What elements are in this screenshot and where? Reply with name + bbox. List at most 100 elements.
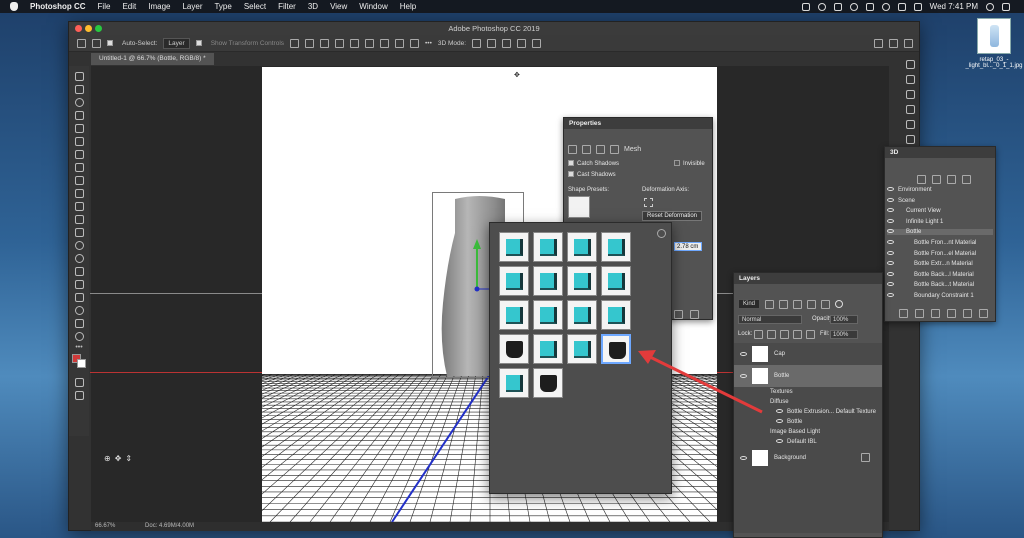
document-tab[interactable]: Untitled-1 @ 66.7% (Bottle, RGB/8) * (91, 53, 214, 65)
visibility-icon[interactable] (887, 282, 894, 287)
3d-item-environment[interactable]: Environment (887, 187, 993, 193)
meshes-filter-icon[interactable] (932, 175, 941, 184)
marquee-tool-icon[interactable] (74, 85, 84, 94)
blend-mode-dropdown[interactable]: Normal (738, 315, 802, 324)
type-tool-icon[interactable] (74, 280, 84, 289)
filter-kind-dropdown[interactable]: Kind (738, 299, 761, 309)
align-left-icon[interactable] (290, 38, 300, 48)
auto-select-dropdown[interactable]: Layer (163, 37, 190, 49)
notification-center-icon[interactable] (1002, 2, 1010, 11)
wifi-icon[interactable] (881, 2, 890, 11)
3d-item-boundary-constraint-1[interactable]: Boundary Constraint 1 (887, 293, 993, 299)
bluetooth-icon[interactable] (865, 2, 874, 11)
preset-cube-7[interactable] (567, 266, 597, 296)
distribute-horizontal-icon[interactable] (395, 38, 405, 48)
preset-cylinder-cube[interactable] (533, 300, 563, 330)
3d-light-icon[interactable] (915, 309, 924, 318)
move-tool-icon[interactable] (92, 38, 101, 48)
ibl-visibility-icon[interactable] (776, 439, 783, 443)
menu-type[interactable]: Type (214, 2, 231, 11)
panel-channels-icon[interactable] (905, 135, 915, 144)
preset-cube-3[interactable] (567, 232, 597, 262)
frame-tool-icon[interactable] (74, 137, 84, 146)
visibility-icon[interactable] (887, 261, 894, 266)
preset-bent-cube[interactable] (499, 300, 529, 330)
preset-cube-6[interactable] (533, 266, 563, 296)
lock-transparent-icon[interactable] (754, 330, 763, 339)
menu-3d[interactable]: 3D (308, 2, 318, 11)
gradient-tool-icon[interactable] (74, 228, 84, 237)
auto-select-checkbox[interactable] (107, 40, 113, 46)
preset-cube-5[interactable] (499, 266, 529, 296)
volume-icon[interactable] (897, 2, 906, 11)
desktop-file[interactable]: retap_03_-_light_bl..._0_1_1.jpg (964, 18, 1024, 69)
3d-filter-icon[interactable] (899, 309, 908, 318)
3d-item-current-view[interactable]: Current View (887, 208, 993, 214)
menu-edit[interactable]: Edit (122, 2, 136, 11)
preset-dark-cube[interactable] (567, 300, 597, 330)
materials-filter-icon[interactable] (947, 175, 956, 184)
visibility-icon[interactable] (887, 271, 894, 276)
zoom-window-icon[interactable] (95, 25, 102, 32)
clone-stamp-tool-icon[interactable] (74, 189, 84, 198)
display-icon[interactable] (833, 2, 842, 11)
3d-item-bottle-fron-el-material[interactable]: Bottle Fron...el Material (887, 250, 993, 257)
preset-cup[interactable] (601, 334, 631, 364)
shape-tool-icon[interactable] (74, 306, 84, 315)
filter-pixel-icon[interactable] (765, 299, 775, 309)
quick-mask-icon[interactable] (74, 378, 84, 387)
magic-wand-tool-icon[interactable] (74, 111, 84, 120)
minimize-window-icon[interactable] (85, 25, 92, 32)
preset-ring[interactable] (533, 368, 563, 398)
color-swatches[interactable] (72, 354, 86, 368)
healing-brush-tool-icon[interactable] (74, 163, 84, 172)
3d-new-icon[interactable] (963, 309, 972, 318)
menu-view[interactable]: View (330, 2, 347, 11)
align-bottom-icon[interactable] (365, 38, 375, 48)
preset-sphere-cube[interactable] (499, 334, 529, 364)
eraser-tool-icon[interactable] (74, 215, 84, 224)
edit-toolbar-icon[interactable]: ••• (75, 344, 82, 351)
dolly-view-icon[interactable]: ⇕ (125, 454, 132, 463)
3d-camera-icon[interactable] (947, 309, 956, 318)
show-transform-checkbox[interactable] (195, 40, 202, 46)
preset-cube-4[interactable] (601, 232, 631, 262)
panel-history-icon[interactable] (905, 60, 915, 69)
preset-cylinder[interactable] (499, 368, 529, 398)
3d-render-icon[interactable] (931, 309, 940, 318)
visibility-icon[interactable] (887, 250, 894, 255)
filter-toggle-icon[interactable] (835, 300, 844, 308)
3d-item-bottle-back-t-material[interactable]: Bottle Back...t Material (887, 282, 993, 288)
filter-smart-object-icon[interactable] (821, 299, 831, 309)
lasso-tool-icon[interactable] (74, 98, 84, 107)
texture-bottle-visibility-icon[interactable] (776, 419, 783, 423)
coordinates-tab-icon[interactable] (610, 145, 619, 154)
texture-item-bottle[interactable]: Bottle (776, 419, 802, 425)
3d-item-bottle-back-l-material[interactable]: Bottle Back...l Material (887, 271, 993, 278)
blur-tool-icon[interactable] (74, 241, 84, 250)
preset-cube-9[interactable] (533, 334, 563, 364)
background-visibility-icon[interactable] (740, 456, 747, 460)
deformation-axis-widget[interactable] (644, 198, 653, 207)
catch-shadows-row[interactable]: Catch Shadows (568, 160, 619, 167)
mesh-tab-icon[interactable] (568, 145, 577, 154)
presets-gear-icon[interactable] (657, 229, 666, 238)
visibility-icon[interactable] (887, 240, 894, 244)
filter-adjustment-icon[interactable] (779, 299, 789, 309)
panel-properties-icon[interactable] (905, 75, 915, 84)
orbit-3d-icon[interactable] (472, 38, 482, 48)
history-brush-tool-icon[interactable] (74, 202, 84, 211)
texture-item-extrusion[interactable]: Bottle Extrusion... Default Texture (776, 409, 876, 415)
record-icon[interactable] (817, 2, 826, 11)
panel-adjustments-icon[interactable] (905, 90, 915, 99)
properties-delete-icon[interactable] (690, 310, 699, 319)
filter-type-icon[interactable] (793, 299, 803, 309)
3d-item-bottle[interactable]: Bottle (887, 229, 993, 236)
menu-filter[interactable]: Filter (278, 2, 296, 11)
zoom-level[interactable]: 66.67% (95, 523, 115, 529)
whole-scene-icon[interactable] (917, 175, 926, 184)
lock-all-icon[interactable] (806, 330, 815, 339)
more-options-icon[interactable]: ••• (425, 40, 432, 47)
cap-tab-icon[interactable] (596, 145, 605, 154)
zoom-tool-icon[interactable] (74, 332, 84, 341)
